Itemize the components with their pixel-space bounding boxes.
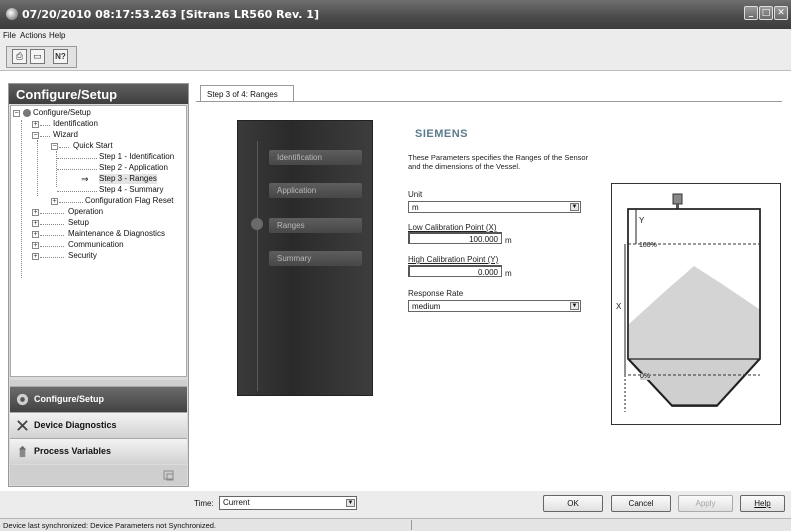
description-text: These Parameters specifies the Ranges of… bbox=[408, 153, 589, 171]
tank-icon bbox=[18, 445, 27, 458]
expand-icon[interactable]: + bbox=[32, 231, 39, 238]
time-label: Time: bbox=[194, 499, 214, 508]
title-bar: 07/20/2010 08:17:53.263 [Sitrans LR560 R… bbox=[0, 0, 791, 29]
current-step-indicator bbox=[251, 218, 263, 230]
high-calibration-label: High Calibration Point (Y) bbox=[408, 255, 499, 264]
window-title: 07/20/2010 08:17:53.263 [Sitrans LR560 R… bbox=[22, 8, 319, 21]
nav-device-diagnostics[interactable]: Device Diagnostics bbox=[10, 412, 187, 438]
vessel-diagram: Y 100% X 0% bbox=[611, 183, 781, 425]
status-text: Device last synchronized: Device Paramet… bbox=[3, 521, 217, 530]
y-dimension-label: Y bbox=[639, 216, 645, 225]
unit-label: Unit bbox=[408, 190, 423, 199]
unit-select[interactable]: m ▼ bbox=[408, 201, 581, 213]
minimize-button[interactable]: _ bbox=[744, 6, 758, 20]
chevron-down-icon[interactable]: ▼ bbox=[570, 203, 579, 211]
tree-node-wizard[interactable]: Wizard bbox=[53, 130, 78, 140]
high-calibration-unit: m bbox=[505, 269, 512, 278]
parameter-tree: − Configure/Setup + Identification − Wiz… bbox=[10, 105, 187, 377]
time-select[interactable]: Current ▼ bbox=[219, 496, 357, 510]
level-0-label: 0% bbox=[640, 373, 651, 380]
tree-node-operation[interactable]: Operation bbox=[68, 207, 103, 217]
cancel-button[interactable]: Cancel bbox=[611, 495, 671, 512]
tree-node-communication[interactable]: Communication bbox=[68, 240, 124, 250]
expand-icon[interactable]: + bbox=[32, 209, 39, 216]
x-dimension-label: X bbox=[616, 302, 622, 311]
high-calibration-input[interactable]: 0.000 bbox=[408, 265, 502, 277]
tree-node-quick-start[interactable]: Quick Start bbox=[73, 141, 113, 151]
tree-node-maintenance[interactable]: Maintenance & Diagnostics bbox=[68, 229, 165, 239]
siemens-logo: SIEMENS bbox=[415, 128, 469, 140]
menu-file[interactable]: File bbox=[3, 31, 16, 40]
gear-icon bbox=[16, 393, 29, 406]
tree-node-configure-setup[interactable]: Configure/Setup bbox=[23, 108, 91, 118]
collapse-icon[interactable]: − bbox=[51, 143, 58, 150]
chevron-down-icon[interactable]: ▼ bbox=[570, 302, 579, 310]
expand-icon[interactable]: + bbox=[32, 220, 39, 227]
ok-button[interactable]: OK bbox=[543, 495, 603, 512]
left-navigation-panel: Configure/Setup − Configure/Setup + Iden… bbox=[8, 83, 189, 487]
apply-button[interactable]: Apply bbox=[678, 495, 733, 512]
expand-icon[interactable]: + bbox=[32, 253, 39, 260]
context-help-icon[interactable]: N? bbox=[53, 49, 68, 64]
low-calibration-label: Low Calibration Point (X) bbox=[408, 223, 497, 232]
panel-header: Configure/Setup bbox=[9, 84, 188, 104]
chevron-down-icon[interactable]: ▼ bbox=[346, 499, 355, 507]
expand-icon[interactable]: + bbox=[51, 198, 58, 205]
status-divider bbox=[411, 520, 412, 530]
menu-bar: File Actions Help bbox=[0, 29, 791, 43]
menu-actions[interactable]: Actions bbox=[20, 31, 46, 40]
wizard-step-summary: Summary bbox=[269, 251, 362, 266]
toolbar: ⎙ ▭ N? bbox=[0, 43, 791, 71]
print-preview-icon[interactable]: ▭ bbox=[30, 49, 45, 64]
wizard-steps-panel: Identification Application Ranges Summar… bbox=[237, 120, 373, 396]
tree-node-step4[interactable]: Step 4 - Summary bbox=[99, 185, 163, 195]
printer-icon[interactable]: ⎙ bbox=[12, 49, 27, 64]
vessel-drawing bbox=[624, 193, 761, 412]
response-rate-label: Response Rate bbox=[408, 289, 464, 298]
expand-icon[interactable]: + bbox=[32, 121, 39, 128]
low-calibration-unit: m bbox=[505, 236, 512, 245]
tree-node-identification[interactable]: Identification bbox=[53, 119, 98, 129]
wizard-step-application: Application bbox=[269, 183, 362, 198]
tab-strip: Step 3 of 4: Ranges bbox=[196, 82, 782, 103]
nav-configure-setup[interactable]: Configure/Setup bbox=[10, 386, 187, 412]
tree-node-step3[interactable]: Step 3 - Ranges bbox=[99, 174, 157, 184]
wizard-step-identification: Identification bbox=[269, 150, 362, 165]
wizard-step-ranges: Ranges bbox=[269, 218, 362, 233]
action-bar: Time: Current ▼ OK Cancel Apply Help bbox=[0, 491, 791, 518]
collapse-icon[interactable]: − bbox=[32, 132, 39, 139]
tree-node-security[interactable]: Security bbox=[68, 251, 97, 261]
low-calibration-input[interactable]: 100.000 bbox=[408, 232, 502, 244]
tree-node-step1[interactable]: Step 1 - Identification bbox=[99, 152, 174, 162]
level-100-label: 100% bbox=[639, 242, 657, 249]
help-button[interactable]: Help bbox=[740, 495, 785, 512]
tree-node-config-flag-reset[interactable]: Configuration Flag Reset bbox=[85, 196, 174, 206]
collapse-icon[interactable]: − bbox=[13, 110, 20, 117]
nav-process-variables[interactable]: Process Variables bbox=[10, 438, 187, 464]
status-bar: Device last synchronized: Device Paramet… bbox=[0, 518, 791, 531]
panel-options-icon[interactable] bbox=[162, 468, 176, 482]
menu-help[interactable]: Help bbox=[49, 31, 65, 40]
gear-icon bbox=[23, 108, 31, 117]
arrow-right-icon: ⇒ bbox=[81, 174, 89, 184]
tools-icon bbox=[17, 420, 28, 431]
app-icon bbox=[6, 8, 18, 20]
tree-node-step2[interactable]: Step 2 - Application bbox=[99, 163, 168, 173]
expand-icon[interactable]: + bbox=[32, 242, 39, 249]
close-button[interactable]: ✕ bbox=[774, 6, 788, 20]
panel-footer bbox=[10, 465, 187, 485]
tree-node-setup[interactable]: Setup bbox=[68, 218, 89, 228]
maximize-button[interactable]: □ bbox=[759, 6, 773, 20]
response-rate-select[interactable]: medium ▼ bbox=[408, 300, 581, 312]
